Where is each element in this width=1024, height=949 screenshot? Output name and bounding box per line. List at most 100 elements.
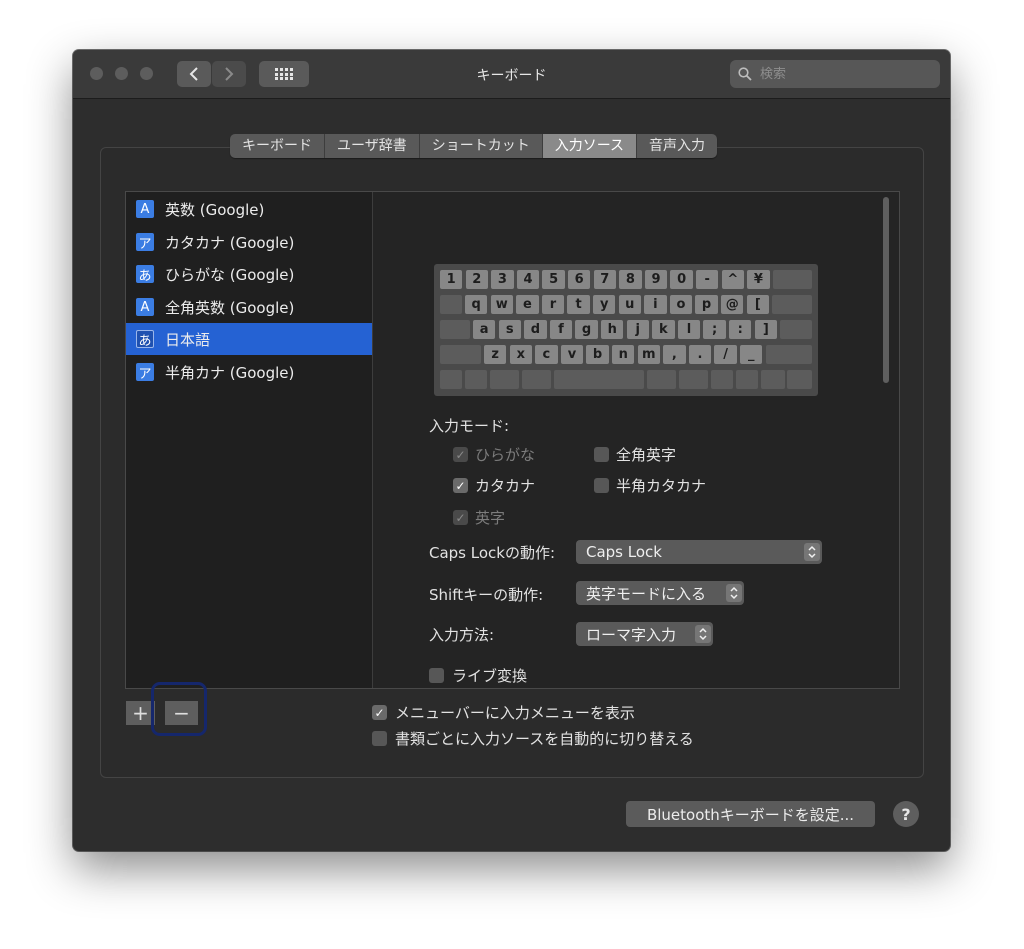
keyboard-key-blank	[647, 370, 676, 389]
input-source-icon: A	[136, 200, 154, 218]
input-method-value: ローマ字入力	[586, 625, 677, 644]
caps-lock-label: Caps Lockの動作:	[429, 544, 556, 562]
updown-chevron-icon	[695, 625, 711, 643]
keyboard-key-blank	[780, 320, 812, 339]
keyboard-key: 2	[465, 270, 488, 289]
keyboard-key: j	[626, 320, 649, 339]
keyboard-key: 1	[440, 270, 463, 289]
caps-lock-popup[interactable]: Caps Lock	[576, 540, 822, 564]
tab-keyboard[interactable]: キーボード	[230, 134, 325, 158]
shift-key-label: Shiftキーの動作:	[429, 586, 544, 604]
search-field[interactable]	[730, 60, 940, 88]
keyboard-key: 5	[542, 270, 565, 289]
keyboard-key-blank	[736, 370, 758, 389]
list-item-label: カタカナ (Google)	[165, 233, 295, 252]
show-input-menu-label: メニューバーに入力メニューを表示	[395, 704, 635, 722]
tab-shortcuts[interactable]: ショートカット	[420, 134, 543, 158]
input-source-icon: ア	[136, 363, 154, 382]
keyboard-key: r	[541, 295, 565, 314]
help-button[interactable]: ?	[893, 801, 919, 827]
list-item-label: 英数 (Google)	[165, 200, 265, 219]
keyboard-key: ;	[703, 320, 726, 339]
hiragana-checkbox: ✓	[453, 447, 468, 462]
list-item[interactable]: A 全角英数 (Google)	[126, 291, 372, 323]
show-input-menu-checkbox[interactable]: ✓	[372, 705, 387, 720]
katakana-checkbox[interactable]: ✓	[453, 478, 468, 493]
keyboard-key: :	[729, 320, 752, 339]
tab-bar: キーボード ユーザ辞書 ショートカット 入力ソース 音声入力	[230, 134, 718, 158]
katakana-checkbox-label: カタカナ	[475, 477, 536, 495]
keyboard-key-blank	[522, 370, 551, 389]
source-details: 1 2 3 4 5 6 7 8 9 0- ^ ¥ q w e r t y u i o p @[a s d f g h j k l;:] z x c…	[373, 192, 899, 688]
keyboard-key-blank	[490, 370, 519, 389]
keyboard-key: 6	[568, 270, 591, 289]
input-source-icon: ア	[136, 233, 154, 252]
keyboard-key: p	[695, 295, 718, 314]
keyboard-key-blank	[554, 370, 644, 389]
list-item-label: 日本語	[165, 330, 211, 349]
list-item[interactable]: ア カタカナ (Google)	[126, 226, 372, 258]
input-source-list[interactable]: A 英数 (Google) ア カタカナ (Google) あ ひらがな (Go…	[126, 192, 373, 688]
list-item-selected[interactable]: あ 日本語	[126, 323, 372, 355]
keyboard-key: [	[746, 295, 769, 314]
search-icon	[738, 67, 752, 81]
keyboard-key: q	[465, 295, 488, 314]
list-item-label: ひらがな (Google)	[165, 265, 295, 284]
keyboard-key: ¥	[747, 270, 770, 289]
fullwidth-roman-checkbox[interactable]	[594, 447, 609, 462]
updown-chevron-icon	[804, 543, 820, 561]
keyboard-key-blank	[440, 295, 462, 314]
keyboard-key: ^	[721, 270, 744, 289]
list-item[interactable]: あ ひらがな (Google)	[126, 258, 372, 290]
auto-switch-source-checkbox[interactable]	[372, 731, 387, 746]
keyboard-key: s	[498, 320, 521, 339]
preferences-window: キーボード キーボード ユーザ辞書 ショートカット 入力ソース 音声入力 A 英…	[73, 50, 950, 851]
keyboard-key: 0	[670, 270, 693, 289]
fullwidth-roman-checkbox-label: 全角英字	[616, 446, 677, 464]
keyboard-key: b	[586, 345, 609, 364]
caps-lock-value: Caps Lock	[586, 543, 662, 561]
keyboard-key: f	[549, 320, 573, 339]
keyboard-key-blank	[772, 295, 812, 314]
shift-key-popup[interactable]: 英字モードに入る	[576, 581, 744, 605]
input-method-popup[interactable]: ローマ字入力	[576, 622, 713, 646]
live-conversion-checkbox[interactable]	[429, 668, 444, 683]
keyboard-key: u	[618, 295, 641, 314]
list-item[interactable]: ア 半角カナ (Google)	[126, 356, 372, 388]
keyboard-key: 4	[516, 270, 540, 289]
shift-key-value: 英字モードに入る	[586, 584, 707, 603]
bluetooth-keyboard-setup-button[interactable]: Bluetoothキーボードを設定...	[626, 801, 875, 827]
keyboard-key-blank	[765, 345, 812, 364]
roman-checkbox-label: 英字	[475, 509, 506, 527]
keyboard-key-blank	[465, 370, 487, 389]
list-item-label: 半角カナ (Google)	[165, 363, 295, 382]
keyboard-key: z	[484, 345, 507, 364]
keyboard-key: 3	[491, 270, 514, 289]
keyboard-key: a	[473, 320, 496, 339]
keyboard-key: m	[637, 345, 660, 364]
title-bar: キーボード	[73, 50, 950, 99]
tab-user-dictionary[interactable]: ユーザ辞書	[325, 134, 420, 158]
keyboard-key: -	[696, 270, 719, 289]
keyboard-key-blank	[679, 370, 708, 389]
keyboard-key: @	[721, 295, 744, 314]
keyboard-key: ]	[754, 320, 777, 339]
keyboard-key-blank	[440, 320, 470, 339]
tab-dictation[interactable]: 音声入力	[637, 134, 717, 158]
list-item[interactable]: A 英数 (Google)	[126, 193, 372, 225]
keyboard-key: x	[509, 345, 532, 364]
keyboard-key: y	[593, 295, 616, 314]
search-input[interactable]	[758, 65, 922, 83]
auto-switch-source-label: 書類ごとに入力ソースを自動的に切り替える	[395, 730, 694, 748]
keyboard-key: n	[612, 345, 635, 364]
keyboard-key: w	[490, 295, 513, 314]
remove-button-highlight	[151, 682, 207, 736]
tab-input-sources[interactable]: 入力ソース	[542, 134, 638, 158]
keyboard-key-blank	[440, 345, 481, 364]
hiragana-checkbox-label: ひらがな	[475, 446, 536, 464]
keyboard-key: _	[740, 345, 763, 364]
scrollbar-thumb[interactable]	[883, 197, 889, 383]
halfwidth-katakana-checkbox[interactable]	[594, 478, 609, 493]
keyboard-key: k	[652, 320, 675, 339]
keyboard-key: 8	[619, 270, 642, 289]
